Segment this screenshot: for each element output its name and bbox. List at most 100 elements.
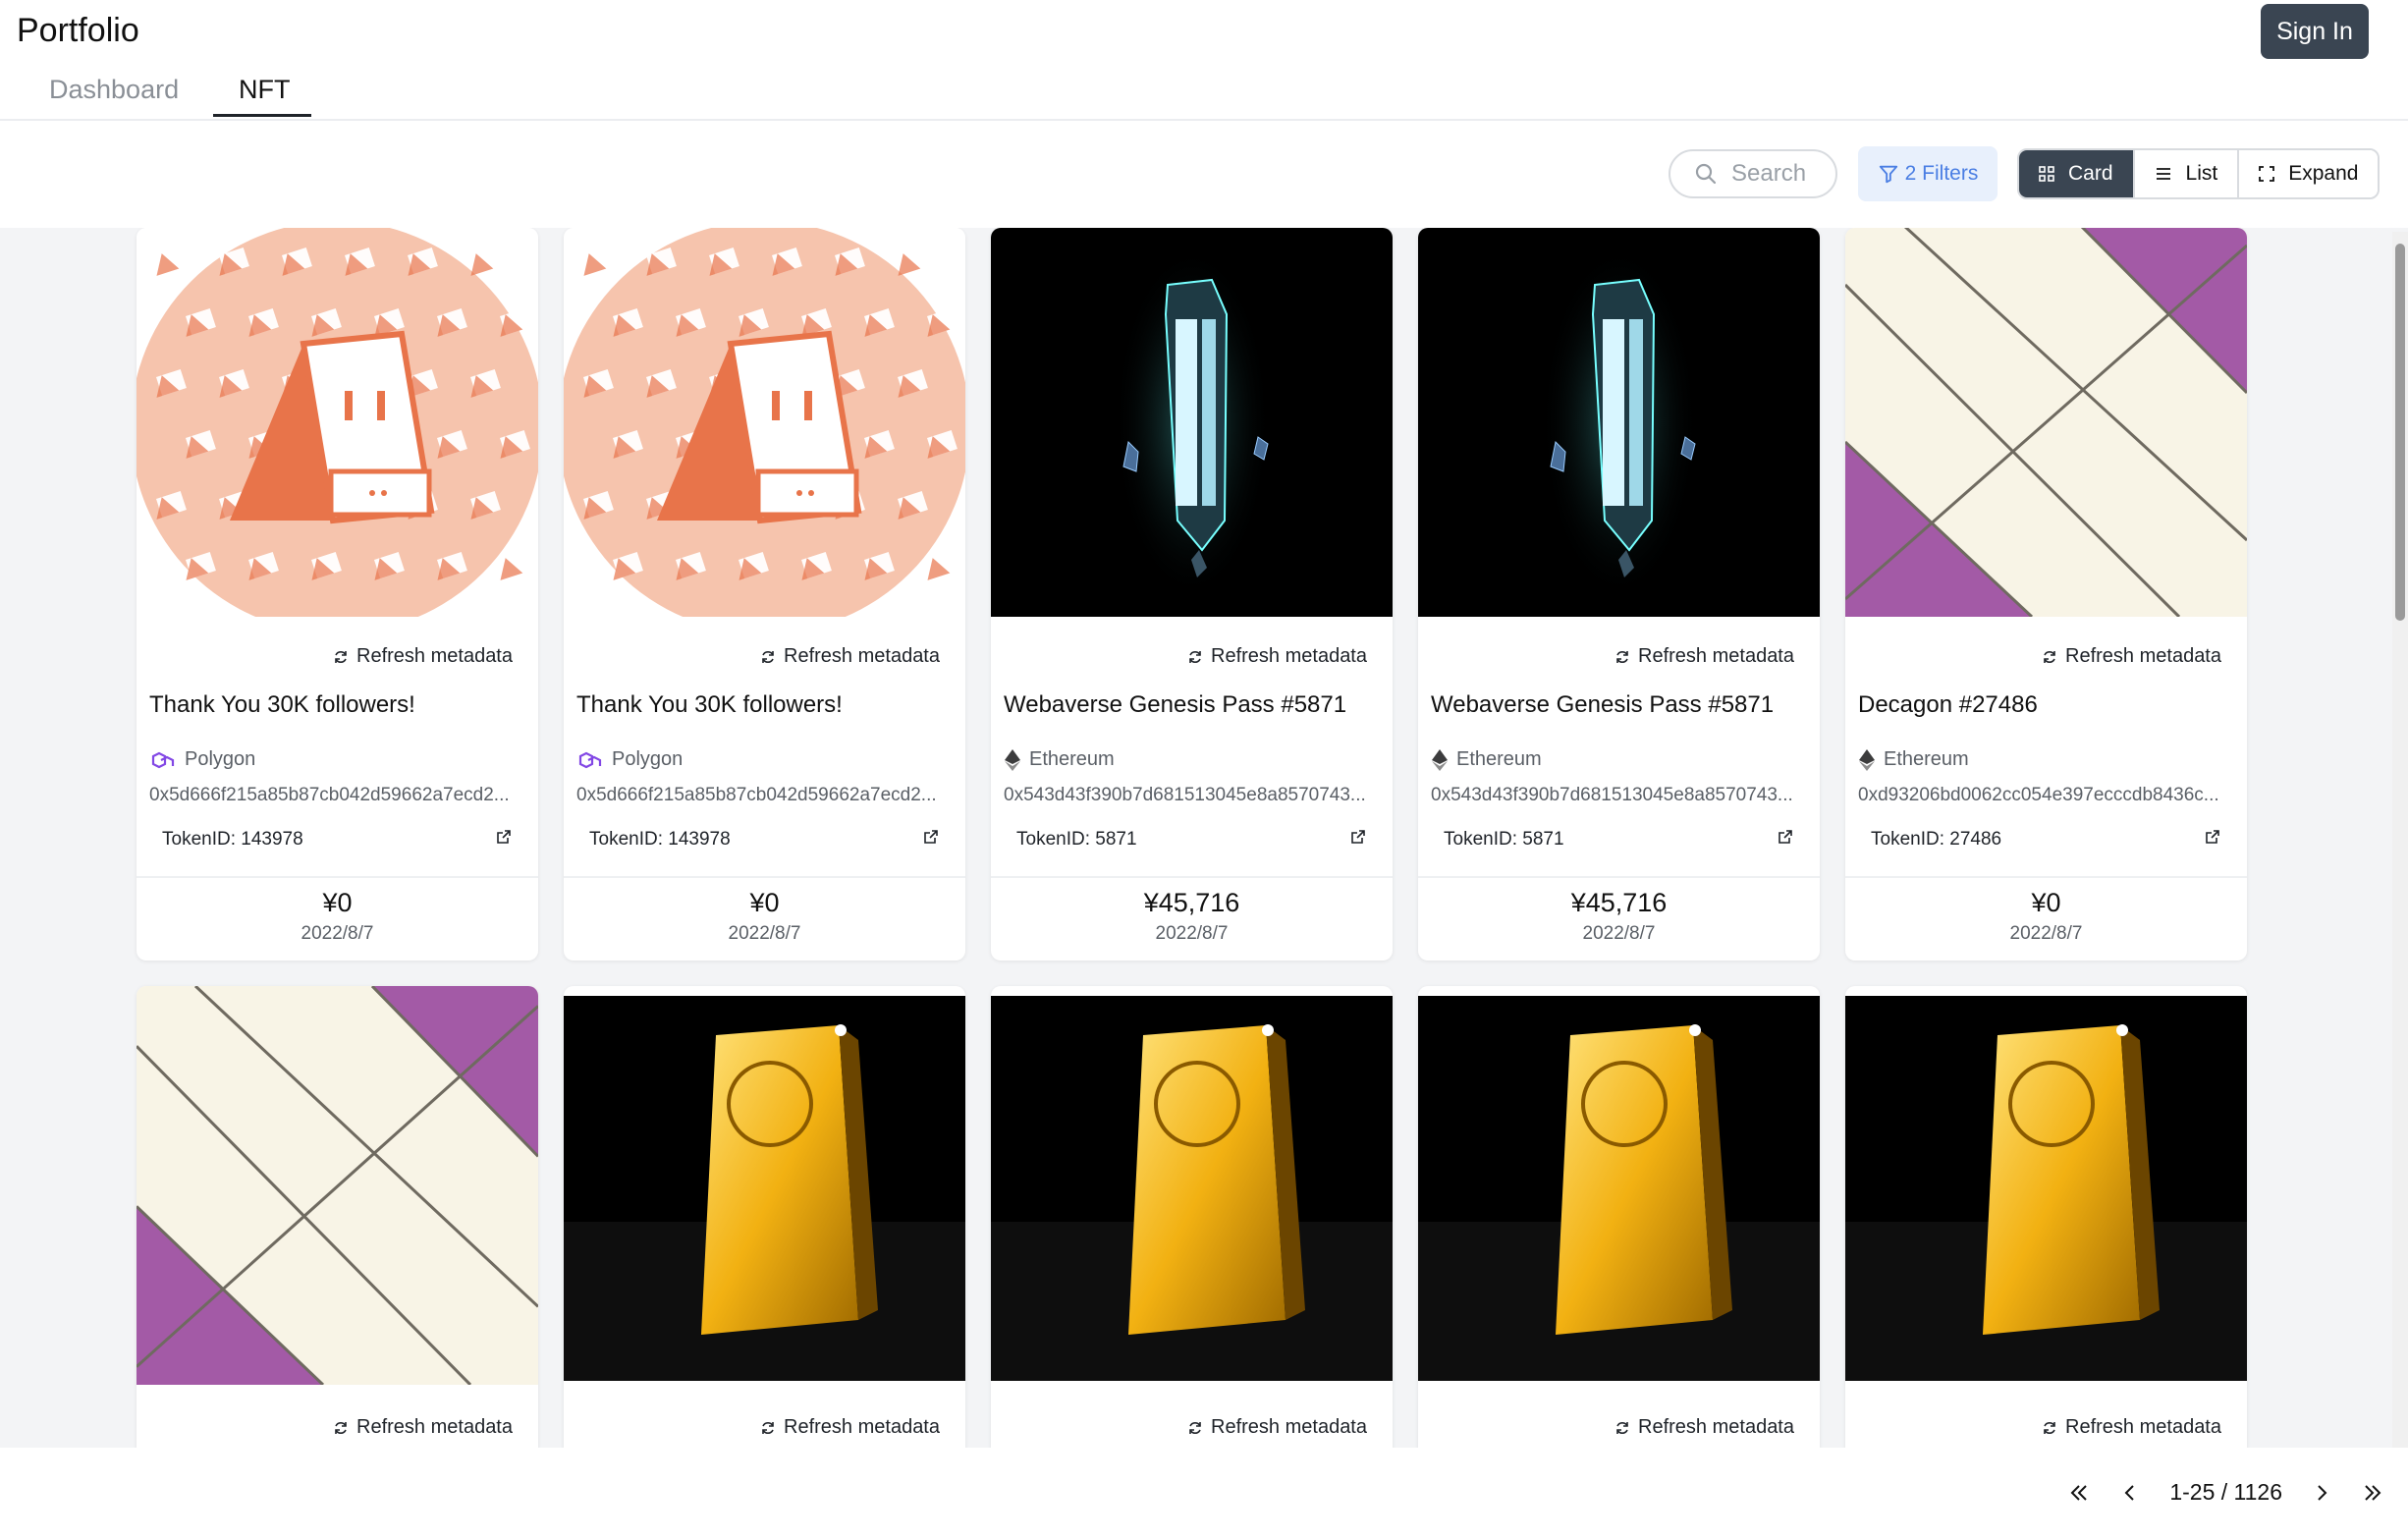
chain-name: Polygon bbox=[185, 748, 256, 770]
view-toggle-group: Card List Expand bbox=[2017, 148, 2381, 199]
first-page-icon[interactable] bbox=[2067, 1481, 2091, 1505]
nft-image[interactable] bbox=[991, 996, 1393, 1381]
header: Portfolio Sign In Dashboard NFT bbox=[0, 0, 2408, 121]
refresh-metadata-button[interactable]: Refresh metadata bbox=[1614, 1416, 1794, 1439]
chain-badge: Polygon bbox=[576, 748, 683, 771]
view-expand-button[interactable]: Expand bbox=[2237, 150, 2379, 197]
nft-card[interactable]: Refresh metadata bbox=[1418, 986, 1820, 1448]
nft-card[interactable]: Refresh metadata bbox=[1845, 986, 2247, 1448]
refresh-metadata-button[interactable]: Refresh metadata bbox=[760, 1416, 940, 1439]
contract-address: 0x543d43f390b7d681513045e8a8570743... bbox=[1004, 785, 1366, 805]
nft-name: Webaverse Genesis Pass #5871 bbox=[1431, 691, 1775, 718]
refresh-metadata-button[interactable]: Refresh metadata bbox=[2042, 645, 2221, 668]
nft-image[interactable] bbox=[564, 228, 965, 617]
nft-card[interactable]: Refresh metadata Webaverse Genesis Pass #… bbox=[1418, 228, 1820, 961]
refresh-metadata-button[interactable]: Refresh metadata bbox=[333, 1416, 513, 1439]
chain-name: Ethereum bbox=[1029, 748, 1115, 770]
nft-price: ¥45,716 bbox=[1570, 888, 1668, 917]
divider bbox=[1418, 876, 1820, 878]
refresh-icon bbox=[2044, 650, 2055, 663]
token-id: TokenID: 5871 bbox=[1016, 829, 1137, 850]
refresh-metadata-button[interactable]: Refresh metadata bbox=[1614, 645, 1794, 668]
chain-badge: Ethereum bbox=[1004, 748, 1115, 771]
external-link-icon[interactable] bbox=[2205, 829, 2220, 850]
nft-price: ¥0 bbox=[2031, 888, 2061, 917]
contract-address: 0x5d666f215a85b87cb042d59662a7ecd2... bbox=[576, 785, 937, 805]
nft-card[interactable]: Refresh metadata bbox=[991, 986, 1393, 1448]
nft-card[interactable]: Refresh metadata Thank You 30K followers!… bbox=[564, 228, 965, 961]
nft-image[interactable] bbox=[991, 228, 1393, 617]
nft-price: ¥0 bbox=[322, 888, 353, 917]
nft-card[interactable]: Refresh metadata Decagon #27486 Ethereum 0x… bbox=[1845, 228, 2247, 961]
filter-icon bbox=[1879, 165, 1897, 184]
nft-card[interactable]: Refresh metadata Webaverse Genesis Pass #… bbox=[991, 228, 1393, 961]
active-tab-indicator bbox=[213, 114, 311, 117]
sign-in-button[interactable]: Sign In bbox=[2261, 4, 2369, 59]
external-link-icon[interactable] bbox=[496, 829, 512, 850]
refresh-metadata-button[interactable]: Refresh metadata bbox=[2042, 1416, 2221, 1439]
token-id: TokenID: 143978 bbox=[162, 829, 303, 850]
nft-name: Decagon #27486 bbox=[1858, 691, 2038, 718]
nft-image[interactable] bbox=[137, 228, 538, 617]
search-input[interactable]: Search bbox=[1669, 149, 1837, 198]
tab-nft[interactable]: NFT bbox=[239, 75, 290, 105]
refresh-metadata-label: Refresh metadata bbox=[2065, 1416, 2221, 1438]
last-page-icon[interactable] bbox=[2361, 1481, 2384, 1505]
external-link-icon[interactable] bbox=[1778, 829, 1793, 850]
polygon-icon bbox=[578, 751, 602, 768]
view-list-label: List bbox=[2185, 162, 2218, 185]
refresh-metadata-button[interactable]: Refresh metadata bbox=[760, 645, 940, 668]
nft-price: ¥0 bbox=[749, 888, 780, 917]
nft-grid: Refresh metadata Thank You 30K followers!… bbox=[0, 228, 2408, 1448]
refresh-metadata-button[interactable]: Refresh metadata bbox=[1187, 645, 1367, 668]
search-placeholder: Search bbox=[1731, 160, 1807, 187]
refresh-metadata-label: Refresh metadata bbox=[2065, 645, 2221, 667]
contract-address: 0x543d43f390b7d681513045e8a8570743... bbox=[1431, 785, 1793, 805]
refresh-icon bbox=[762, 1421, 774, 1434]
refresh-icon bbox=[1616, 650, 1628, 663]
tab-dashboard[interactable]: Dashboard bbox=[49, 75, 179, 105]
nft-image[interactable] bbox=[1418, 228, 1820, 617]
view-card-button[interactable]: Card bbox=[2019, 150, 2133, 197]
scrollbar[interactable] bbox=[2392, 232, 2408, 1448]
nft-image[interactable] bbox=[1418, 996, 1820, 1381]
prev-page-icon[interactable] bbox=[2120, 1481, 2140, 1505]
nft-name: Webaverse Genesis Pass #5871 bbox=[1004, 691, 1347, 718]
ethereum-icon bbox=[1432, 748, 1448, 771]
nft-image[interactable] bbox=[137, 986, 538, 1385]
chain-name: Ethereum bbox=[1456, 748, 1542, 770]
view-list-button[interactable]: List bbox=[2132, 150, 2238, 197]
chain-badge: Ethereum bbox=[1858, 748, 1969, 771]
divider bbox=[1845, 876, 2247, 878]
nft-image[interactable] bbox=[1845, 228, 2247, 617]
next-page-icon[interactable] bbox=[2312, 1481, 2331, 1505]
refresh-metadata-label: Refresh metadata bbox=[1638, 1416, 1794, 1438]
nft-card[interactable]: Refresh metadata bbox=[564, 986, 965, 1448]
nft-date: 2022/8/7 bbox=[728, 923, 801, 944]
token-id: TokenID: 27486 bbox=[1871, 829, 2002, 850]
nft-card[interactable]: Refresh metadata bbox=[137, 986, 538, 1448]
refresh-icon bbox=[1189, 650, 1201, 663]
refresh-metadata-label: Refresh metadata bbox=[1211, 645, 1367, 667]
refresh-metadata-button[interactable]: Refresh metadata bbox=[1187, 1416, 1367, 1439]
divider bbox=[564, 876, 965, 878]
refresh-metadata-label: Refresh metadata bbox=[1638, 645, 1794, 667]
refresh-metadata-button[interactable]: Refresh metadata bbox=[333, 645, 513, 668]
search-icon bbox=[1695, 163, 1717, 185]
external-link-icon[interactable] bbox=[1350, 829, 1366, 850]
page-range: 1-25 / 1126 bbox=[2169, 1479, 2282, 1505]
nft-name: Thank You 30K followers! bbox=[576, 691, 843, 718]
refresh-metadata-label: Refresh metadata bbox=[784, 1416, 940, 1438]
external-link-icon[interactable] bbox=[923, 829, 939, 850]
ethereum-icon bbox=[1859, 748, 1875, 771]
nft-card[interactable]: Refresh metadata Thank You 30K followers!… bbox=[137, 228, 538, 961]
refresh-metadata-label: Refresh metadata bbox=[1211, 1416, 1367, 1438]
view-card-label: Card bbox=[2068, 162, 2113, 185]
nft-image[interactable] bbox=[1845, 996, 2247, 1381]
refresh-icon bbox=[335, 1421, 347, 1434]
footer: 1-25 / 1126 bbox=[0, 1448, 2408, 1538]
filters-button[interactable]: 2 Filters bbox=[1858, 146, 1998, 201]
refresh-icon bbox=[2044, 1421, 2055, 1434]
nft-image[interactable] bbox=[564, 996, 965, 1381]
scroll-thumb[interactable] bbox=[2395, 244, 2405, 621]
